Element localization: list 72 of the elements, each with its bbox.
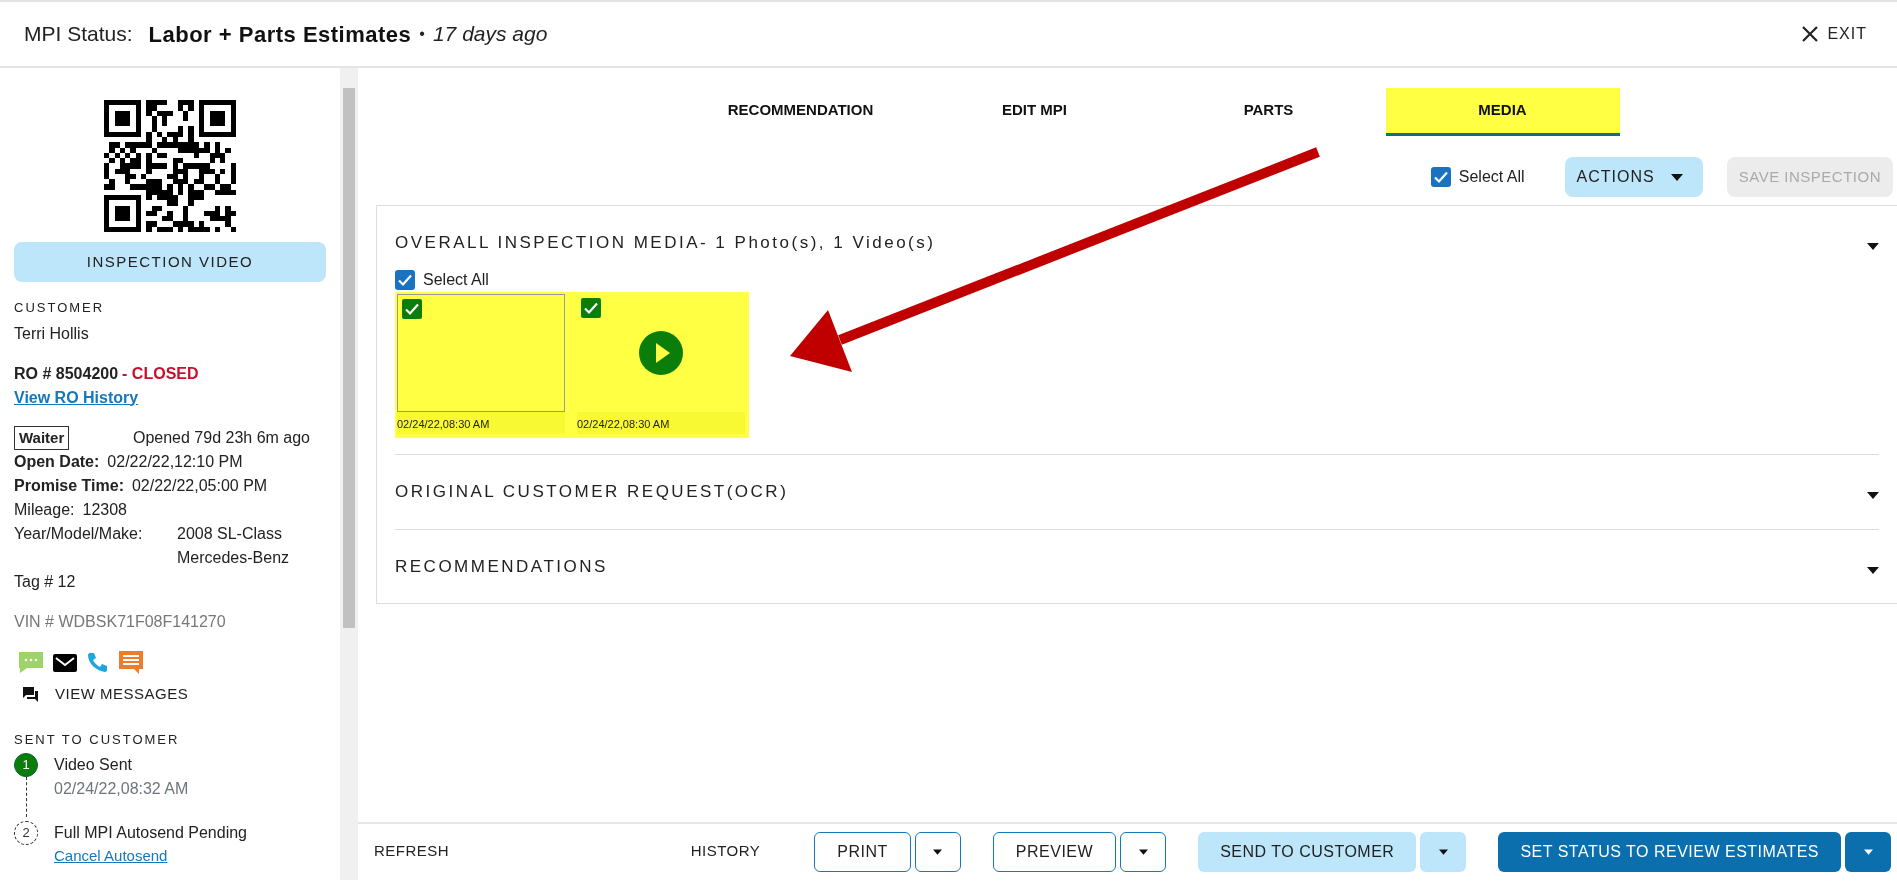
status-label: MPI Status: <box>24 21 133 48</box>
step-title: Full MPI Autosend Pending <box>54 823 247 843</box>
opened-time: Opened 79d 23h 6m ago <box>132 427 310 448</box>
cancel-autosend-link[interactable]: Cancel Autosend <box>54 845 247 868</box>
message-icon[interactable] <box>118 650 144 675</box>
inspection-video-button[interactable]: INSPECTION VIDEO <box>14 242 326 282</box>
caret-icon <box>1438 848 1448 855</box>
refresh-button[interactable]: REFRESH <box>368 839 456 864</box>
play-icon[interactable] <box>639 330 683 375</box>
dropdown-button[interactable] <box>1120 831 1167 872</box>
select-all-label: Select All <box>1458 167 1525 187</box>
media-timestamp: 02/24/22,08:30 AM <box>577 411 745 434</box>
dropdown-button[interactable] <box>914 831 961 872</box>
section-title: OVERALL INSPECTION MEDIA- 1 Photo(s), 1 Video(s) <box>395 232 936 254</box>
scrollbar-thumb[interactable] <box>343 88 355 628</box>
status-value: Labor + Parts Estimates <box>148 20 412 49</box>
detail-value: Mercedes-Benz <box>177 548 290 568</box>
vin-number: VIN # WDBSK71F08F141270 <box>14 612 227 632</box>
caret-icon[interactable] <box>1867 492 1879 500</box>
detail-value: 2008 SL-Class <box>177 524 283 544</box>
checkbox[interactable] <box>581 297 601 318</box>
mail-icon[interactable] <box>52 651 78 674</box>
tab[interactable]: EDIT MPI <box>917 88 1152 136</box>
step-number: 1 <box>14 753 38 777</box>
checkbox[interactable] <box>402 298 422 319</box>
history-button[interactable]: HISTORY <box>684 839 767 864</box>
ro-status: - CLOSED <box>122 363 199 384</box>
caret-icon <box>1670 173 1683 181</box>
detail-value: 12308 <box>82 500 127 520</box>
actions-button[interactable]: ACTIONS <box>1564 157 1703 197</box>
action-button[interactable]: PRINT <box>814 831 911 872</box>
media-timestamp: 02/24/22,08:30 AM <box>397 411 565 434</box>
caret-icon <box>1138 848 1148 855</box>
waiter-tag: Waiter <box>14 425 70 450</box>
action-button[interactable]: SET STATUS TO REVIEW ESTIMATES <box>1498 831 1841 872</box>
section-title: RECOMMENDATIONS <box>395 555 608 578</box>
sent-to-customer-heading: SENT TO CUSTOMER <box>14 730 181 749</box>
checkbox[interactable] <box>1430 167 1451 187</box>
phone-icon[interactable] <box>86 650 110 675</box>
detail-label: Promise Time: <box>14 476 124 496</box>
separator-dot: • <box>419 24 425 44</box>
ro-number: RO # 8504200 <box>14 363 119 384</box>
dropdown-button[interactable] <box>1845 831 1891 872</box>
detail-value: 02/22/22,05:00 PM <box>131 476 268 496</box>
customer-name: Terri Hollis <box>14 323 90 344</box>
detail-value: 02/22/22,12:10 PM <box>107 452 243 472</box>
ro-history-link[interactable]: View RO History <box>14 385 139 410</box>
caret-icon[interactable] <box>1867 243 1879 251</box>
tab[interactable]: MEDIA <box>1385 88 1620 136</box>
chat-icon <box>22 686 39 703</box>
checkbox[interactable] <box>395 269 415 290</box>
step-number: 2 <box>14 821 38 845</box>
step-time: 02/24/22,08:32 AM <box>54 779 189 799</box>
view-messages-button[interactable]: VIEW MESSAGES <box>22 683 326 706</box>
step-title: Video Sent <box>54 755 133 775</box>
caret-icon <box>933 848 943 855</box>
close-icon <box>1801 25 1820 43</box>
caret-icon <box>1863 848 1873 855</box>
tag-number: Tag # 12 <box>14 572 77 592</box>
detail-label: Mileage: <box>14 500 75 520</box>
exit-button[interactable]: EXIT <box>1795 21 1873 47</box>
action-button[interactable]: PREVIEW <box>992 831 1117 872</box>
action-button[interactable]: SEND TO CUSTOMER <box>1198 831 1417 872</box>
customer-label: CUSTOMER <box>14 299 106 317</box>
section-title: ORIGINAL CUSTOMER REQUEST(OCR) <box>395 481 789 503</box>
status-age: 17 days ago <box>432 21 548 48</box>
tab[interactable]: PARTS <box>1151 88 1386 136</box>
select-all-label: Select All <box>423 269 489 290</box>
detail-label: Open Date: <box>14 452 100 472</box>
caret-icon[interactable] <box>1867 566 1879 574</box>
tab[interactable]: RECOMMENDATION <box>683 88 918 136</box>
detail-label: Year/Model/Make: <box>14 524 144 544</box>
